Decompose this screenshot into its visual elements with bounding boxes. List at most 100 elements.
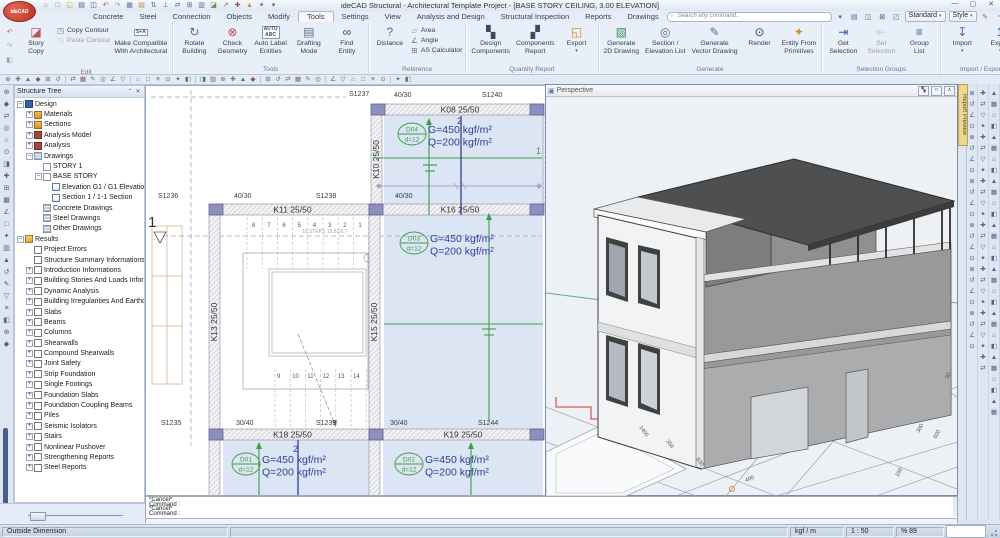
tree-expander-icon[interactable]: +: [26, 371, 33, 378]
story-copy-button[interactable]: ◪StoryCopy: [17, 24, 55, 56]
tree-item-concrete-drawings[interactable]: Concrete Drawings: [15, 203, 144, 213]
distance-button[interactable]: ?Distance: [371, 24, 409, 49]
right-tool-icon-2-26[interactable]: ⌂: [989, 374, 999, 385]
right-tool-icon-0-3[interactable]: ⊙: [967, 121, 977, 132]
right-tool-icon-2-11[interactable]: ◧: [989, 209, 999, 220]
tree-item-nonlinear-pushover[interactable]: +Nonlinear Pushover: [15, 442, 144, 452]
tool-icon-3[interactable]: ◆: [33, 75, 43, 84]
tree-expander-icon[interactable]: +: [26, 142, 33, 149]
tree-item-columns[interactable]: +Columns: [15, 328, 144, 338]
right-tool-icon-1-1[interactable]: ⇄: [978, 99, 988, 110]
tree-expander-icon[interactable]: +: [26, 309, 33, 316]
tool-icon-34[interactable]: ≡: [368, 75, 378, 84]
tree-expander-icon[interactable]: +: [26, 298, 33, 305]
right-tool-icon-1-9[interactable]: ⇄: [978, 187, 988, 198]
tree-item-dynamic-analysis[interactable]: +Dynamic Analysis: [15, 286, 144, 296]
slider-thumb[interactable]: [30, 512, 46, 521]
tree-item-joint-safety[interactable]: +Joint Safety: [15, 359, 144, 369]
tab-analysis-and-design[interactable]: Analysis and Design: [409, 11, 493, 22]
tree-expander-icon[interactable]: +: [26, 412, 33, 419]
flag-icon[interactable]: ▲: [244, 1, 255, 11]
tool-icon-29[interactable]: ◎: [313, 75, 323, 84]
right-tool-icon-0-10[interactable]: ∠: [967, 198, 977, 209]
right-tool-icon-0-20[interactable]: ⊕: [967, 308, 977, 319]
column-4[interactable]: [530, 204, 544, 215]
left-tool-icon-5[interactable]: ⊙: [1, 147, 12, 159]
stair-plan[interactable]: 87654321910111213141516 STEPS 18.8/25.7: [243, 217, 376, 429]
right-tool-icon-2-21[interactable]: ▦: [989, 319, 999, 330]
right-tool-icon-2-27[interactable]: ◧: [989, 385, 999, 396]
right-tool-icon-2-0[interactable]: ▲: [989, 88, 999, 99]
tree-expander-icon[interactable]: +: [26, 423, 33, 430]
right-tool-icon-1-22[interactable]: ▽: [978, 330, 988, 341]
tool-icon-9[interactable]: ◎: [98, 75, 108, 84]
tool-icon-27[interactable]: ▦: [293, 75, 303, 84]
right-tool-icon-2-1[interactable]: ▦: [989, 99, 999, 110]
right-tool-icon-1-4[interactable]: ✚: [978, 132, 988, 143]
tree-item-drawings[interactable]: –Drawings: [15, 151, 144, 161]
tree-item-beams[interactable]: +Beams: [15, 317, 144, 327]
components-report-button[interactable]: ▞ComponentsReport: [513, 24, 558, 56]
maximize-button[interactable]: ▢: [967, 0, 979, 8]
tree-expander-icon[interactable]: –: [35, 173, 42, 180]
tree-item-elevation-g1-g1-elevation[interactable]: Elevation G1 / G1 Elevation: [15, 182, 144, 192]
right-tool-icon-2-24[interactable]: ▲: [989, 352, 999, 363]
image-icon[interactable]: ▦: [124, 1, 135, 11]
right-tool-icon-1-5[interactable]: ⇄: [978, 143, 988, 154]
right-tool-icon-1-23[interactable]: ✦: [978, 341, 988, 352]
viewport-restore-button[interactable]: □: [931, 86, 942, 96]
search-dropdown-icon[interactable]: ▾: [835, 13, 846, 21]
right-tool-icon-1-12[interactable]: ✚: [978, 220, 988, 231]
tool-icon-13[interactable]: □: [143, 75, 153, 84]
angle-button[interactable]: ∠Angle: [410, 36, 463, 45]
left-tool-icon-3[interactable]: ◎: [1, 123, 12, 135]
tool-icon-6[interactable]: ⇄: [68, 75, 78, 84]
screen-copy-icon[interactable]: ◧: [3, 54, 16, 67]
new-file-icon[interactable]: □: [52, 1, 63, 11]
print-icon[interactable]: ▤: [849, 13, 860, 21]
left-tool-icon-11[interactable]: □: [1, 219, 12, 231]
tree-item-stairs[interactable]: +Stairs: [15, 432, 144, 442]
tool-icon-26[interactable]: ⇄: [283, 75, 293, 84]
left-tool-icon-21[interactable]: ◆: [1, 339, 12, 351]
tree-item-foundation-coupling-beams[interactable]: +Foundation Coupling Beams: [15, 400, 144, 410]
tab-settings[interactable]: Settings: [334, 11, 377, 22]
tree-item-analysis-model[interactable]: +Analysis Model: [15, 130, 144, 140]
tree-item-steel-drawings[interactable]: Steel Drawings: [15, 213, 144, 223]
tool-icon-20[interactable]: ⊕: [218, 75, 228, 84]
left-tool-icon-13[interactable]: ▥: [1, 243, 12, 255]
set-selection-button[interactable]: ⇤SetSelection: [862, 24, 900, 56]
tree-item-introduction-informations[interactable]: +Introduction Informations: [15, 265, 144, 275]
close-panel-icon[interactable]: ✕: [134, 88, 142, 95]
left-strip-scrollbar[interactable]: [3, 428, 8, 508]
column-1[interactable]: [530, 104, 544, 115]
close-button[interactable]: ✕: [985, 0, 997, 8]
generate-2d-drawing-button[interactable]: ▧Generate2D Drawing: [601, 24, 643, 56]
tree-expander-icon[interactable]: +: [26, 402, 33, 409]
lightning-icon[interactable]: ✦: [256, 1, 267, 11]
tree-item-building-irregularities-and-earthqua[interactable]: +Building Irregularities And Earthqua: [15, 296, 144, 306]
right-tool-icon-2-10[interactable]: ⌂: [989, 198, 999, 209]
tool-icon-8[interactable]: ✎: [88, 75, 98, 84]
tree-item-materials[interactable]: +Materials: [15, 109, 144, 119]
grid-icon[interactable]: ⊞: [184, 1, 195, 11]
right-tool-icon-0-11[interactable]: ⊙: [967, 209, 977, 220]
column-5[interactable]: [209, 429, 223, 440]
tree-item-other-drawings[interactable]: Other Drawings: [15, 224, 144, 234]
beam-bar-3[interactable]: [209, 440, 220, 495]
right-tool-icon-2-17[interactable]: ▦: [989, 275, 999, 286]
perspective-window[interactable]: ▣ Perspective ▚ □ ∧: [545, 84, 958, 496]
viewport-collapse-button[interactable]: ∧: [944, 86, 955, 96]
tree-item-compound-shearwalls[interactable]: +Compound Shearwalls: [15, 348, 144, 358]
tree-expander-icon[interactable]: –: [26, 153, 33, 160]
redo-icon[interactable]: ↷: [3, 40, 16, 53]
tree-item-results[interactable]: –Results: [15, 234, 144, 244]
tree-item-single-footings[interactable]: +Single Footings: [15, 380, 144, 390]
undo-icon[interactable]: ↶: [100, 1, 111, 11]
right-tool-icon-2-22[interactable]: ⌂: [989, 330, 999, 341]
column-3[interactable]: [369, 204, 383, 215]
right-tool-icon-0-13[interactable]: ↺: [967, 231, 977, 242]
section-elevation-list-button[interactable]: ◎Section /Elevation List: [642, 24, 688, 56]
tool-icon-14[interactable]: ≡: [153, 75, 163, 84]
undo-icon[interactable]: ↶: [3, 26, 16, 39]
